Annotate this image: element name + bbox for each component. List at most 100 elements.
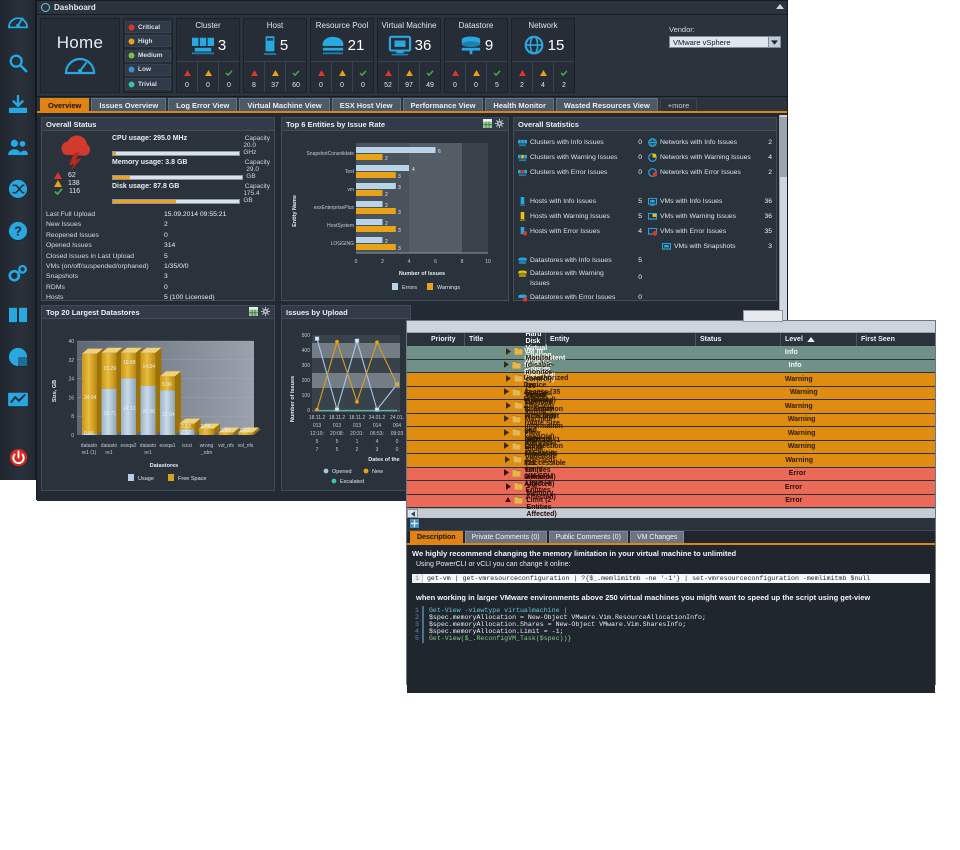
stat-value: 0 [626,294,642,301]
warning-icon [339,70,346,76]
kpi-card-cluster[interactable]: Cluster 3 0 0 0 [176,18,240,93]
download-icon[interactable] [0,84,36,126]
severity-label: Medium [138,52,163,59]
shuffle-icon[interactable] [0,168,36,210]
gear-icon[interactable] [495,115,504,133]
table-view-icon[interactable] [249,303,258,321]
panel-header: Overall Status [42,118,274,131]
pie-chart-icon[interactable] [0,336,36,378]
gear-icon[interactable] [261,303,270,321]
tab-log-error-view[interactable]: Log Error View [168,98,237,111]
collapse-arrow-icon[interactable] [505,497,511,504]
status-row-value: 15.09.2014 09:55:21 [164,210,226,220]
window-titlebar: Dashboard [37,1,787,15]
help-icon[interactable]: ? [0,210,36,252]
vendor-dropdown[interactable]: VMware vSphere [669,36,781,48]
severity-critical[interactable]: Critical [125,21,171,33]
svg-text:1: 1 [356,439,359,445]
left-sidebar: ? [0,0,36,480]
users-icon[interactable] [0,126,36,168]
column-first-seen[interactable]: First Seen [857,333,935,346]
grid-search-box[interactable] [743,310,783,322]
tab-more[interactable]: +more [660,98,697,111]
kpi-error-cell[interactable]: 2 [512,62,533,92]
error-icon [519,70,526,76]
tab-performance-view[interactable]: Performance View [403,98,484,111]
stat-networks-warning: Networks with Warning Issues 4 [648,150,772,165]
severity-dot-icon [128,24,135,31]
kpi-error-cell[interactable]: 0 [445,62,466,92]
kpi-card-datastore[interactable]: Datastore 9 0 0 5 [444,18,508,93]
severity-medium[interactable]: Medium [125,50,171,62]
table-row[interactable]: VM Memory Limit (2 Entities Affected) Er… [407,495,935,509]
stacked-bar-chart-3d: 40 32 24 16 8 0 Size, GB 34.04 [44,321,272,487]
tab-health-monitor[interactable]: Health Monitor [485,98,554,111]
kpi-warning-cell[interactable]: 97 [399,62,420,92]
severity-high[interactable]: High [125,35,171,47]
trend-chart-icon[interactable] [0,378,36,420]
kpi-warning-cell[interactable]: 4 [533,62,554,92]
kpi-warning-cell[interactable]: 37 [265,62,286,92]
kpi-ok-cell[interactable]: 0 [219,62,239,92]
tab-virtual-machine-view[interactable]: Virtual Machine View [239,98,329,111]
kpi-warning-cell[interactable]: 0 [198,62,219,92]
kpi-warning-cell[interactable]: 0 [332,62,353,92]
svg-text:400: 400 [302,348,311,354]
collapse-icon[interactable] [776,4,784,9]
error-icon [318,70,325,76]
stat-label: Clusters with Error Issues [530,169,623,176]
status-row: Reopened Issues0 [46,231,270,241]
tab-issues-overview[interactable]: Issues Overview [91,98,166,111]
tab-vm-changes[interactable]: VM Changes [630,531,684,543]
tab-description[interactable]: Description [410,531,463,543]
table-view-icon[interactable] [483,115,492,133]
gauge-icon[interactable] [0,0,36,42]
gears-icon[interactable] [0,252,36,294]
severity-low[interactable]: Low [125,64,171,76]
tab-public-comments[interactable]: Public Comments (0) [549,531,628,543]
kpi-ok-cell[interactable]: 2 [554,62,574,92]
vm-error-icon [648,228,657,236]
svg-text:datasto: datasto [101,443,118,449]
status-row: Last Full Upload15.09.2014 09:55:21 [46,210,270,220]
issue-level: Warning [788,416,861,423]
kpi-error-cell[interactable]: 0 [311,62,332,92]
column-level[interactable]: Level [781,333,857,346]
power-icon[interactable] [0,442,36,472]
warning-icon [54,180,62,187]
kpi-error-cell[interactable]: 0 [177,62,198,92]
severity-trivial[interactable]: Trivial [125,78,171,90]
kpi-ok-cell[interactable]: 49 [420,62,440,92]
kpi-warning-cell[interactable]: 0 [466,62,487,92]
tab-private-comments[interactable]: Private Comments (0) [465,531,547,543]
tab-esx-host-view[interactable]: ESX Host View [332,98,401,111]
chevron-down-icon[interactable] [768,37,780,47]
kpi-card-host[interactable]: Host 5 8 37 60 [243,18,307,93]
column-status[interactable]: Status [696,333,781,346]
svg-text:New: New [372,469,383,475]
kpi-ok-cell[interactable]: 5 [487,62,507,92]
kpi-error-cell[interactable]: 52 [378,62,399,92]
svg-text:Escalated: Escalated [340,479,364,485]
detail-code-block-1: 1 get-vm | get-vmresourceconfiguration |… [412,574,930,583]
svg-text:HostSystem: HostSystem [327,223,354,229]
column-entity[interactable]: Entity [546,333,696,346]
kpi-card-virtual-machine[interactable]: Virtual Machine 36 52 97 49 [377,18,441,93]
kpi-ok-cell[interactable]: 60 [286,62,306,92]
kpi-card-resource-pool[interactable]: Resource Pool 21 0 0 0 [310,18,374,93]
stat-label: VMs with Warning Issues [660,213,753,220]
svg-text:Datastores: Datastores [150,463,178,469]
tab-overview[interactable]: Overview [40,98,89,111]
svg-text:6: 6 [434,259,437,265]
svg-text:24.12: 24.12 [123,406,136,412]
kpi-card-network[interactable]: Network 15 2 4 2 [511,18,575,93]
search-icon[interactable] [0,42,36,84]
kpi-ok-cell[interactable]: 0 [353,62,373,92]
stat-value: 5 [626,198,642,205]
svg-text:100: 100 [302,393,311,399]
kpi-error-cell[interactable]: 8 [244,62,265,92]
column-priority[interactable]: Priority [407,333,465,346]
book-icon[interactable] [0,294,36,336]
tab-wasted-resources-view[interactable]: Wasted Resources View [556,98,658,111]
status-error-count: 62 [68,172,76,179]
